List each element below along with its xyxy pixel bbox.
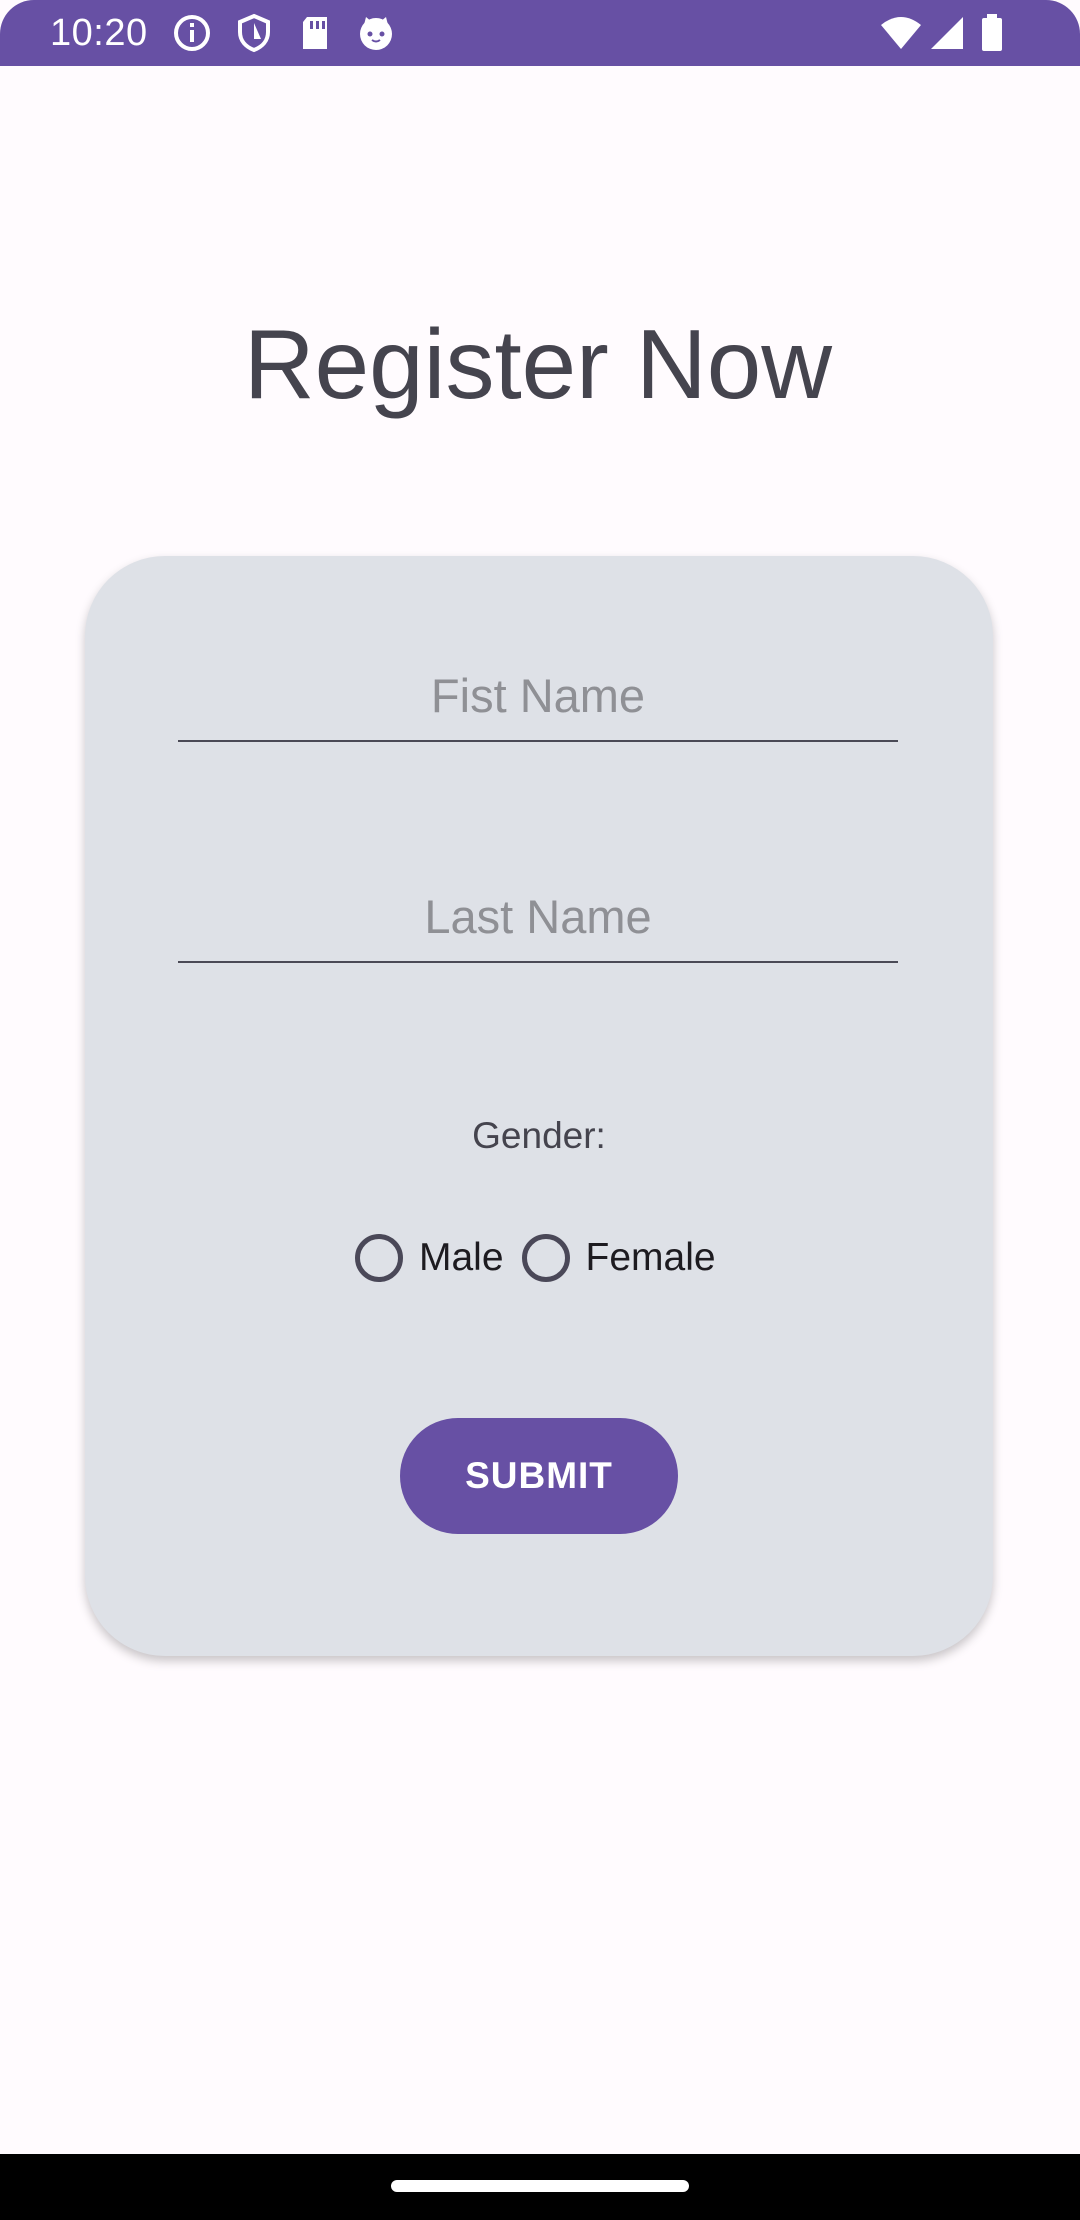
sd-card-icon [296,13,336,53]
home-handle[interactable] [391,2180,689,2192]
battery-icon [978,13,1006,53]
gender-radio-group: Male Female [355,1228,716,1288]
radio-option-male[interactable]: Male [355,1234,504,1282]
first-name-field-container [178,650,898,742]
registration-card: Gender: Male Female SUBMIT [85,556,993,1656]
info-icon [172,13,212,53]
first-name-input[interactable] [178,650,898,740]
cellular-icon [927,13,965,53]
radio-label-female: Female [585,1236,716,1279]
navigation-bar [0,2154,1080,2220]
radio-option-female[interactable]: Female [521,1234,716,1282]
radio-button-male[interactable] [355,1234,403,1282]
status-time: 10:20 [50,12,148,54]
gender-label: Gender: [472,1115,606,1156]
last-name-field-container [178,871,898,963]
shield-icon [234,13,274,53]
radio-button-female[interactable] [521,1234,570,1282]
wifi-icon [879,13,923,53]
radio-label-male: Male [419,1236,504,1279]
cat-icon [356,13,396,53]
status-bar: 10:20 [0,0,1080,66]
page-title: Register Now [243,309,833,419]
submit-button[interactable]: SUBMIT [400,1418,678,1534]
last-name-input[interactable] [178,871,898,961]
